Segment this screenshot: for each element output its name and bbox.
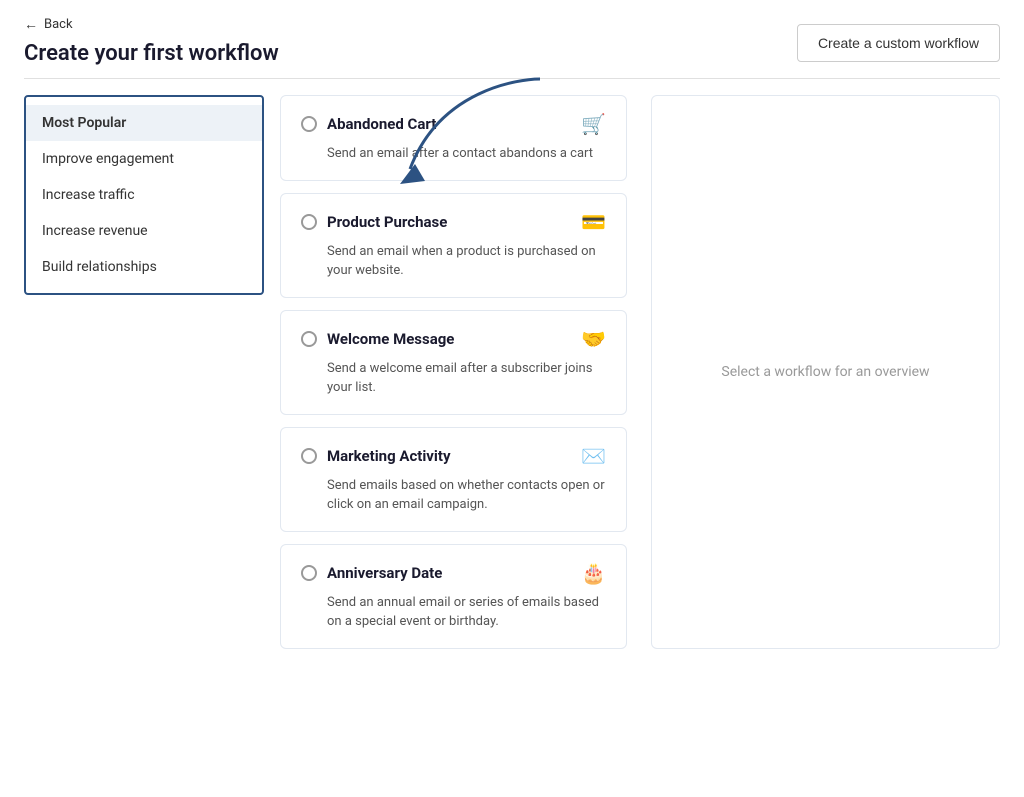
workflow-title-row: Product Purchase [301, 213, 447, 231]
workflow-title-abandoned-cart: Abandoned Cart [327, 115, 436, 133]
workflow-desc-abandoned-cart: Send an email after a contact abandons a… [327, 144, 606, 164]
radio-button-anniversary-date[interactable] [301, 565, 317, 581]
back-arrow-icon: ← [24, 16, 38, 33]
abandoned-cart-icon: 🛒 [581, 112, 606, 136]
overview-panel: Select a workflow for an overview [651, 95, 1000, 649]
workflow-card-header: Anniversary Date 🎂 [301, 561, 606, 585]
sidebar-item-most-popular[interactable]: Most Popular [26, 105, 262, 141]
workflow-card-marketing-activity[interactable]: Marketing Activity ✉️ Send emails based … [280, 427, 627, 532]
marketing-activity-icon: ✉️ [581, 444, 606, 468]
main-content: Most Popular Improve engagement Increase… [0, 79, 1024, 665]
overview-placeholder: Select a workflow for an overview [721, 364, 929, 380]
header-left: ← Back Create your first workflow [24, 16, 279, 66]
welcome-message-icon: 🤝 [581, 327, 606, 351]
workflow-card-product-purchase[interactable]: Product Purchase 💳 Send an email when a … [280, 193, 627, 298]
workflow-card-header: Marketing Activity ✉️ [301, 444, 606, 468]
workflow-title-row: Abandoned Cart [301, 115, 436, 133]
sidebar: Most Popular Improve engagement Increase… [24, 95, 264, 295]
workflow-desc-marketing-activity: Send emails based on whether contacts op… [327, 476, 606, 515]
create-custom-workflow-button[interactable]: Create a custom workflow [797, 24, 1000, 62]
back-link[interactable]: ← Back [24, 16, 279, 33]
anniversary-date-icon: 🎂 [581, 561, 606, 585]
sidebar-item-increase-revenue[interactable]: Increase revenue [26, 213, 262, 249]
workflow-title-row: Welcome Message [301, 330, 454, 348]
workflow-list: Abandoned Cart 🛒 Send an email after a c… [280, 95, 627, 649]
workflow-card-header: Welcome Message 🤝 [301, 327, 606, 351]
workflow-card-header: Product Purchase 💳 [301, 210, 606, 234]
workflow-title-anniversary-date: Anniversary Date [327, 564, 442, 582]
workflow-card-welcome-message[interactable]: Welcome Message 🤝 Send a welcome email a… [280, 310, 627, 415]
radio-button-abandoned-cart[interactable] [301, 116, 317, 132]
workflow-desc-anniversary-date: Send an annual email or series of emails… [327, 593, 606, 632]
workflow-card-header: Abandoned Cart 🛒 [301, 112, 606, 136]
back-label: Back [44, 17, 73, 32]
product-purchase-icon: 💳 [581, 210, 606, 234]
workflow-title-welcome-message: Welcome Message [327, 330, 454, 348]
workflow-title-marketing-activity: Marketing Activity [327, 447, 451, 465]
radio-button-welcome-message[interactable] [301, 331, 317, 347]
workflow-title-row: Anniversary Date [301, 564, 442, 582]
workflow-card-abandoned-cart[interactable]: Abandoned Cart 🛒 Send an email after a c… [280, 95, 627, 181]
sidebar-item-increase-traffic[interactable]: Increase traffic [26, 177, 262, 213]
sidebar-item-improve-engagement[interactable]: Improve engagement [26, 141, 262, 177]
radio-button-marketing-activity[interactable] [301, 448, 317, 464]
radio-button-product-purchase[interactable] [301, 214, 317, 230]
page-title: Create your first workflow [24, 41, 279, 66]
workflow-desc-welcome-message: Send a welcome email after a subscriber … [327, 359, 606, 398]
workflow-title-product-purchase: Product Purchase [327, 213, 447, 231]
top-bar: ← Back Create your first workflow Create… [0, 0, 1024, 66]
workflow-title-row: Marketing Activity [301, 447, 451, 465]
workflow-desc-product-purchase: Send an email when a product is purchase… [327, 242, 606, 281]
workflow-card-anniversary-date[interactable]: Anniversary Date 🎂 Send an annual email … [280, 544, 627, 649]
sidebar-item-build-relationships[interactable]: Build relationships [26, 249, 262, 285]
